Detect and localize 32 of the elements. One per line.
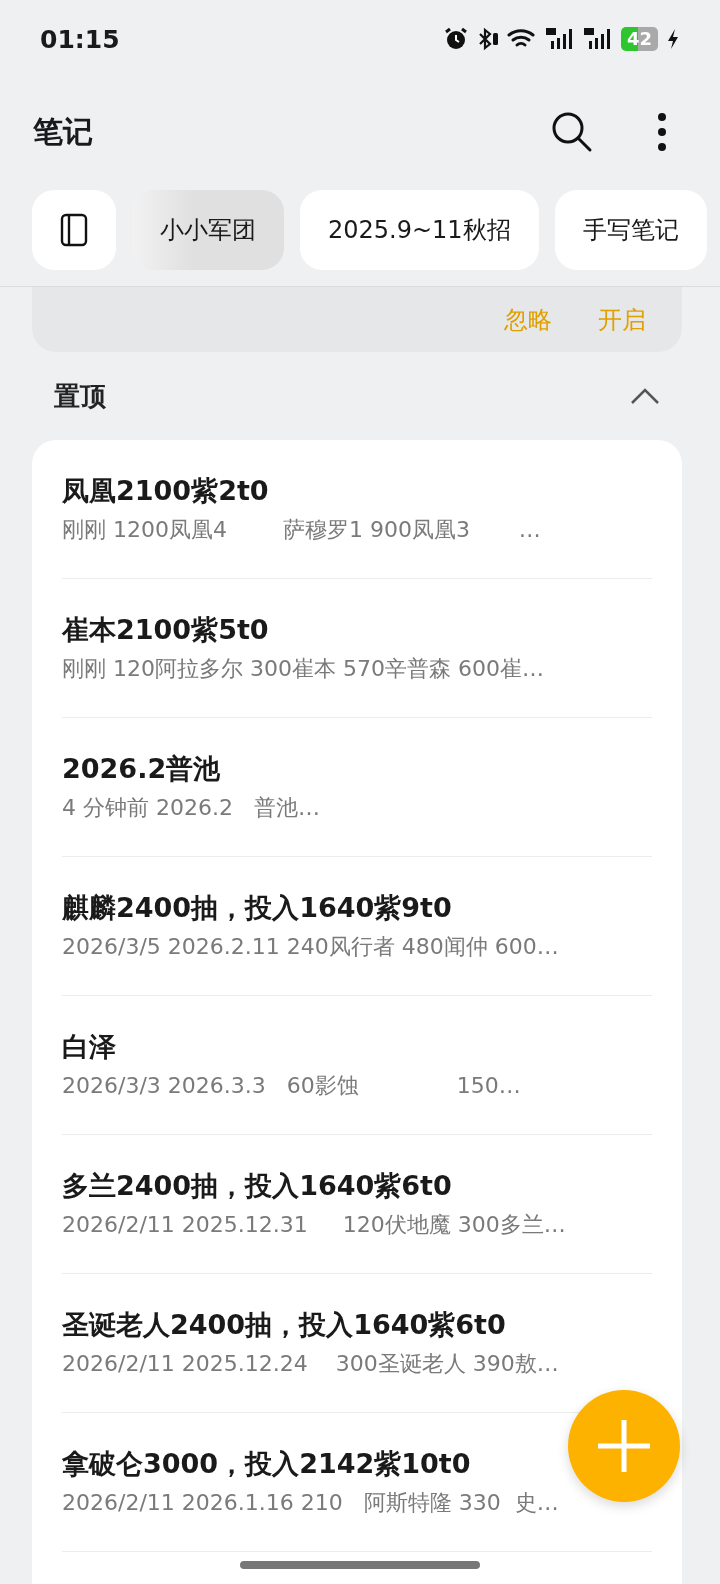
note-snippet: 2026/2/11 2025.12.24 300圣诞老人 390敖… (62, 1350, 559, 1378)
plus-icon (596, 1418, 652, 1474)
folder-chip[interactable]: 2025.9~11秋招 (300, 190, 539, 270)
signal-icon (544, 27, 575, 51)
note-title[interactable]: 白泽 (62, 1029, 116, 1065)
notebook-icon (60, 213, 88, 247)
note-snippet: 2026/2/11 2025.12.31 120伏地魔 300多兰… (62, 1211, 566, 1239)
note-snippet: 2026/3/3 2026.3.3 60影蚀 150… (62, 1072, 521, 1100)
note-snippet: 刚刚 1200凤凰4 萨穆罗1 900凤凰3 … (62, 516, 541, 544)
note-snippet: 4 分钟前 2026.2 普池… (62, 794, 320, 822)
charging-bolt-icon (666, 28, 680, 50)
bluetooth-icon (476, 27, 499, 51)
section-title: 置顶 (54, 379, 106, 413)
signal-icon (582, 27, 613, 51)
chevron-icon[interactable] (630, 387, 660, 405)
note-title[interactable]: 多兰2400抽，投入1640紫6t0 (62, 1168, 452, 1204)
app-title: 笔记 (33, 112, 93, 151)
note-snippet: 刚刚 120阿拉多尔 300崔本 570辛普森 600崔… (62, 655, 544, 683)
note-title[interactable]: 圣诞老人2400抽，投入1640紫6t0 (62, 1307, 506, 1343)
search-icon[interactable] (550, 110, 594, 154)
note-title[interactable]: 麒麟2400抽，投入1640紫9t0 (62, 890, 452, 926)
folder-chip[interactable]: 手写笔记 (554, 190, 707, 270)
note-snippet: 2026/2/11 2026.1.16 210 阿斯特隆 330 史… (62, 1489, 559, 1517)
alarm-clock-icon (442, 26, 469, 52)
note-title[interactable]: 崔本2100紫5t0 (62, 612, 269, 648)
note-snippet: 2026/3/5 2026.2.11 240风行者 480闻仲 600… (62, 933, 559, 961)
note-title[interactable]: 2026.2普池 (62, 751, 221, 787)
status-time: 01:15 (40, 24, 120, 54)
note-title[interactable]: 拿破仑3000，投入2142紫10t0 (62, 1446, 471, 1482)
sidebar-toggle-button[interactable] (32, 190, 116, 270)
more-menu-icon[interactable] (656, 112, 668, 152)
note-title[interactable]: 凤凰2100紫2t0 (62, 473, 269, 509)
